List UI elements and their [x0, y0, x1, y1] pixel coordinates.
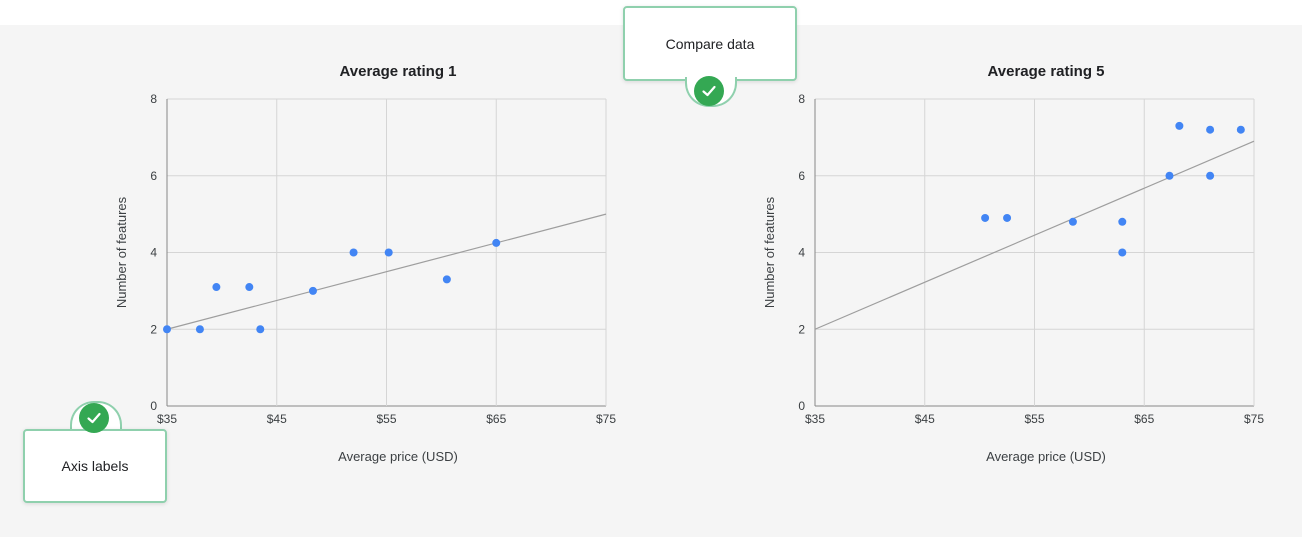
axis-labels-label: Axis labels [61, 458, 129, 474]
data-point [981, 213, 990, 222]
data-point [1118, 217, 1127, 226]
x-axis-label: Average price (USD) [986, 449, 1106, 464]
x-tick-label: $75 [1244, 412, 1264, 426]
axis-labels-callout: Axis labels [23, 429, 167, 503]
y-tick-label: 6 [798, 169, 805, 183]
data-point [1165, 171, 1174, 180]
data-point [1068, 217, 1077, 226]
x-tick-label: $65 [1134, 412, 1154, 426]
y-tick-label: 8 [798, 92, 805, 106]
data-point [1206, 125, 1215, 134]
data-point [1003, 213, 1012, 222]
x-tick-label: $55 [1024, 412, 1044, 426]
data-point [1118, 248, 1127, 257]
y-tick-label: 4 [798, 246, 805, 260]
compare-data-callout: Compare data [623, 6, 797, 81]
chart-title: Average rating 5 [988, 63, 1105, 80]
data-point [1175, 121, 1184, 130]
y-tick-label: 0 [798, 399, 805, 413]
y-axis-label: Number of features [762, 196, 777, 308]
data-point [1206, 171, 1215, 180]
compare-data-label: Compare data [665, 35, 755, 52]
check-icon [694, 76, 724, 106]
data-point [1236, 125, 1245, 134]
check-icon [79, 403, 109, 433]
x-tick-label: $45 [915, 412, 935, 426]
y-tick-label: 2 [798, 322, 805, 336]
x-tick-label: $35 [805, 412, 825, 426]
